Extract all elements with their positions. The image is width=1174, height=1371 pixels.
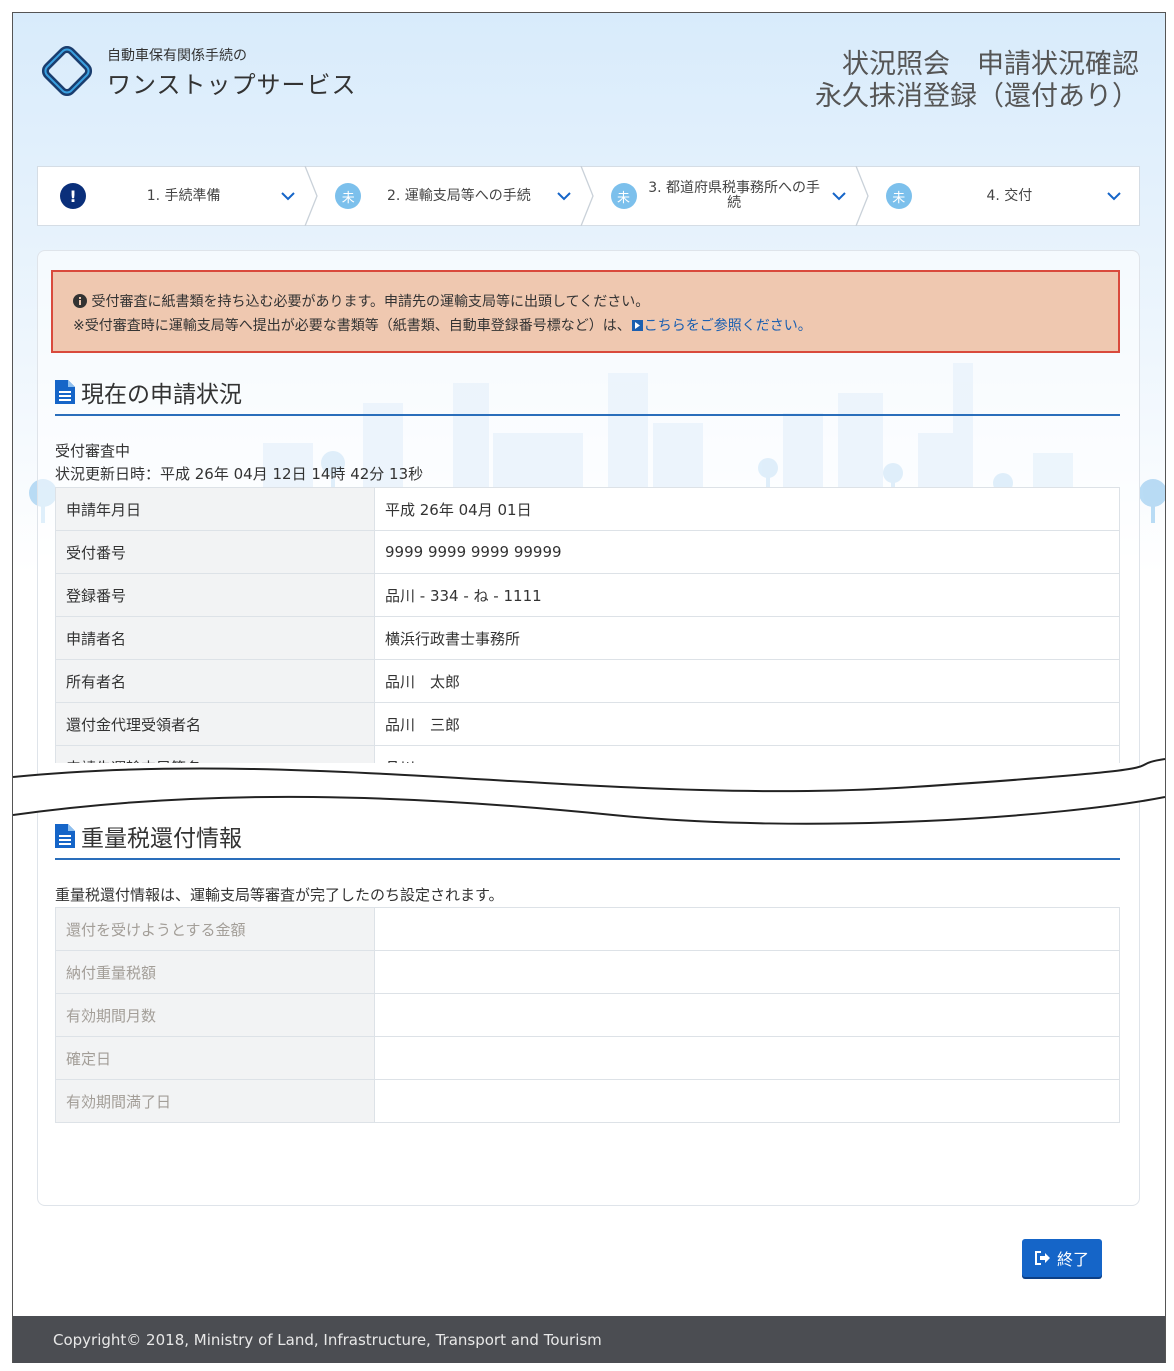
row-label: 申請年月日	[55, 487, 375, 531]
row-value	[374, 1036, 1120, 1080]
row-label: 登録番号	[55, 573, 375, 617]
table-row: 有効期間月数	[55, 993, 1120, 1037]
table-row: 還付を受けようとする金額	[55, 907, 1120, 951]
row-value: 平成 26年 04月 01日	[374, 487, 1120, 531]
status-table-clip: 申請年月日 平成 26年 04月 01日 受付番号 9999 9999 9999 9…	[13, 13, 1165, 763]
finish-button[interactable]: 終了	[1022, 1239, 1102, 1277]
document-icon	[55, 824, 75, 848]
table-row: 確定日	[55, 1036, 1120, 1080]
table-row: 登録番号 品川 - 334 - ね - 1111	[55, 573, 1120, 617]
finish-button-label: 終了	[1056, 1250, 1089, 1269]
row-value: 品川 太郎	[374, 659, 1120, 703]
row-label: 受付番号	[55, 530, 375, 574]
table-row: 申請者名 横浜行政書士事務所	[55, 616, 1120, 660]
row-value: 品川 三郎	[374, 702, 1120, 746]
row-value: 9999 9999 9999 99999	[374, 530, 1120, 574]
step-separator	[304, 166, 318, 226]
table-row: 還付金代理受領者名 品川 三郎	[55, 702, 1120, 746]
table-row: 納付重量税額	[55, 950, 1120, 994]
table-row: 受付番号 9999 9999 9999 99999	[55, 530, 1120, 574]
row-value	[374, 950, 1120, 994]
row-label: 所有者名	[55, 659, 375, 703]
refund-table: 還付を受けようとする金額 納付重量税額 有効期間月数 確定日 有効期間満了日	[55, 907, 1120, 1123]
row-value	[374, 907, 1120, 951]
row-value	[374, 1079, 1120, 1123]
step-separator	[855, 166, 869, 226]
footer: Copyright© 2018, Ministry of Land, Infra…	[13, 1316, 1165, 1363]
row-value: 品川 - 334 - ね - 1111	[374, 573, 1120, 617]
row-label: 有効期間月数	[55, 993, 375, 1037]
section-divider	[55, 858, 1120, 860]
row-label: 有効期間満了日	[55, 1079, 375, 1123]
row-label: 納付重量税額	[55, 950, 375, 994]
page-frame: 自動車保有関係手続の ワンストップサービス 状況照会 申請状況確認 永久抹消登録…	[12, 12, 1166, 1363]
copyright-text: Copyright© 2018, Ministry of Land, Infra…	[53, 1330, 602, 1349]
table-row: 申請年月日 平成 26年 04月 01日	[55, 487, 1120, 531]
row-label: 還付金代理受領者名	[55, 702, 375, 746]
table-row: 有効期間満了日	[55, 1079, 1120, 1123]
table-row: 所有者名 品川 太郎	[55, 659, 1120, 703]
step-separator	[579, 166, 594, 226]
row-label: 還付を受けようとする金額	[55, 907, 375, 951]
refund-section-title: 重量税還付情報	[55, 819, 242, 853]
row-value: 横浜行政書士事務所	[374, 616, 1120, 660]
row-label: 確定日	[55, 1036, 375, 1080]
row-value	[374, 993, 1120, 1037]
refund-note: 重量税還付情報は、運輸支局等審査が完了したのち設定されます。	[55, 886, 504, 904]
status-table: 申請年月日 平成 26年 04月 01日 受付番号 9999 9999 9999 9…	[55, 487, 1120, 763]
sign-out-icon	[1034, 1251, 1050, 1265]
row-label: 申請者名	[55, 616, 375, 660]
refund-section-title-text: 重量税還付情報	[81, 826, 242, 852]
